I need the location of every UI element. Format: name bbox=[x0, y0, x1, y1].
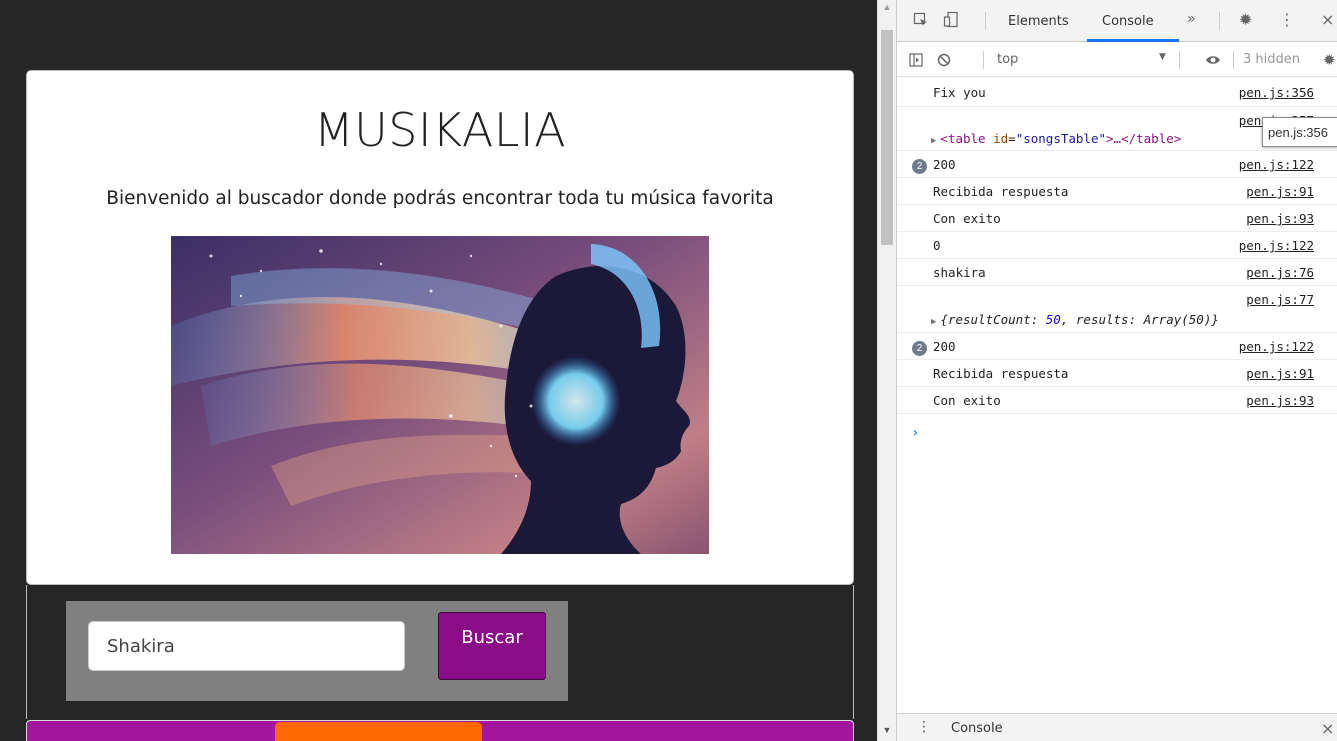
results-tab[interactable] bbox=[275, 722, 482, 741]
active-tab-indicator bbox=[1087, 39, 1179, 42]
page-header-area bbox=[8, 0, 870, 70]
log-entry: pen.js:77 ▶ {resultCount: 50, results: Ar… bbox=[897, 286, 1337, 333]
log-message: Recibida respuesta bbox=[933, 184, 1069, 199]
log-entry: Recibida respuesta pen.js:91 bbox=[897, 360, 1337, 387]
log-entry: 0 pen.js:122 bbox=[897, 232, 1337, 259]
log-source-link[interactable]: pen.js:77 bbox=[1246, 292, 1314, 307]
log-source-link[interactable]: pen.js:76 bbox=[1246, 265, 1314, 280]
kebab-menu-icon[interactable]: ⋮ bbox=[1279, 10, 1295, 29]
page-title: MUSIKALIA bbox=[313, 103, 567, 157]
live-expression-eye-icon[interactable] bbox=[1205, 53, 1221, 67]
expand-triangle-icon[interactable]: ▶ bbox=[931, 136, 936, 146]
log-message: 0 bbox=[933, 238, 941, 253]
log-source-link[interactable]: pen.js:93 bbox=[1246, 211, 1314, 226]
search-button-label: Buscar bbox=[461, 627, 523, 648]
context-dropdown-icon[interactable]: ▼ bbox=[1159, 52, 1166, 62]
log-entry: 2 200 pen.js:122 bbox=[897, 333, 1337, 360]
console-settings-gear-icon[interactable]: ✹ bbox=[1323, 51, 1336, 69]
device-toolbar-icon[interactable] bbox=[943, 11, 961, 29]
console-prompt-input[interactable]: › bbox=[911, 425, 919, 441]
devtools-tabbar: Elements Console » ✹ ⋮ × bbox=[897, 0, 1337, 42]
repeat-count-badge: 2 bbox=[912, 341, 927, 356]
page-viewport: MUSIKALIA Bienvenido al buscador donde p… bbox=[0, 0, 877, 741]
page-scrollbar[interactable]: ▲ ▼ bbox=[877, 0, 896, 741]
log-entry: Recibida respuesta pen.js:91 bbox=[897, 178, 1337, 205]
devtools-panel: Elements Console » ✹ ⋮ × top ▼ 3 hidden … bbox=[896, 0, 1337, 741]
hero-image bbox=[171, 236, 709, 554]
source-tooltip: pen.js:356 bbox=[1262, 117, 1337, 147]
log-source-link[interactable]: pen.js:122 bbox=[1239, 238, 1314, 253]
search-button[interactable]: Buscar bbox=[438, 612, 546, 680]
drawer-tab-console[interactable]: Console bbox=[951, 721, 1003, 736]
log-source-link[interactable]: pen.js:91 bbox=[1246, 366, 1314, 381]
drawer-close-icon[interactable]: × bbox=[1321, 719, 1334, 738]
log-element[interactable]: ▶ <table id="songsTable">…</table> bbox=[931, 131, 1181, 146]
scroll-thumb[interactable] bbox=[881, 30, 893, 245]
log-object[interactable]: ▶ {resultCount: 50, results: Array(50)} bbox=[931, 312, 1219, 327]
log-message: Con exito bbox=[933, 393, 1001, 408]
context-selector[interactable]: top bbox=[997, 52, 1018, 67]
repeat-count-badge: 2 bbox=[912, 159, 927, 174]
log-entry: 2 200 pen.js:122 bbox=[897, 151, 1337, 178]
console-toolbar: top ▼ 3 hidden ✹ bbox=[897, 43, 1337, 77]
close-devtools-icon[interactable]: × bbox=[1321, 10, 1334, 29]
scroll-up-arrow-icon[interactable]: ▲ bbox=[878, 2, 896, 12]
log-message: Recibida respuesta bbox=[933, 366, 1069, 381]
log-entry: Fix you pen.js:356 bbox=[897, 79, 1337, 107]
page-subtitle: Bienvenido al buscador donde podrás enco… bbox=[106, 188, 774, 209]
hidden-messages-count[interactable]: 3 hidden bbox=[1243, 52, 1300, 67]
log-entry: shakira pen.js:76 bbox=[897, 259, 1337, 286]
settings-gear-icon[interactable]: ✹ bbox=[1239, 10, 1252, 29]
clear-console-icon[interactable] bbox=[937, 53, 951, 67]
tab-console[interactable]: Console bbox=[1102, 14, 1154, 29]
log-message: shakira bbox=[933, 265, 986, 280]
scroll-down-arrow-icon[interactable]: ▼ bbox=[878, 725, 896, 735]
drawer-menu-icon[interactable]: ⋮ bbox=[917, 719, 931, 735]
inspect-element-icon[interactable] bbox=[913, 12, 929, 28]
log-entry: Con exito pen.js:93 bbox=[897, 387, 1337, 414]
log-entry: Con exito pen.js:93 bbox=[897, 205, 1337, 232]
sidebar-toggle-icon[interactable] bbox=[909, 53, 923, 67]
log-source-link[interactable]: pen.js:93 bbox=[1246, 393, 1314, 408]
expand-triangle-icon[interactable]: ▶ bbox=[931, 317, 936, 327]
log-source-link[interactable]: pen.js:122 bbox=[1239, 339, 1314, 354]
log-source-link[interactable]: pen.js:356 bbox=[1239, 85, 1314, 100]
log-source-link[interactable]: pen.js:122 bbox=[1239, 157, 1314, 172]
log-message: 200 bbox=[933, 339, 956, 354]
log-source-link[interactable]: pen.js:91 bbox=[1246, 184, 1314, 199]
log-message: 200 bbox=[933, 157, 956, 172]
drawer-bar: ⋮ Console × bbox=[897, 713, 1337, 741]
log-message: Con exito bbox=[933, 211, 1001, 226]
log-message: Fix you bbox=[933, 85, 986, 100]
search-input[interactable] bbox=[88, 621, 405, 671]
more-tabs-icon[interactable]: » bbox=[1187, 11, 1196, 27]
tab-elements[interactable]: Elements bbox=[1008, 14, 1069, 29]
